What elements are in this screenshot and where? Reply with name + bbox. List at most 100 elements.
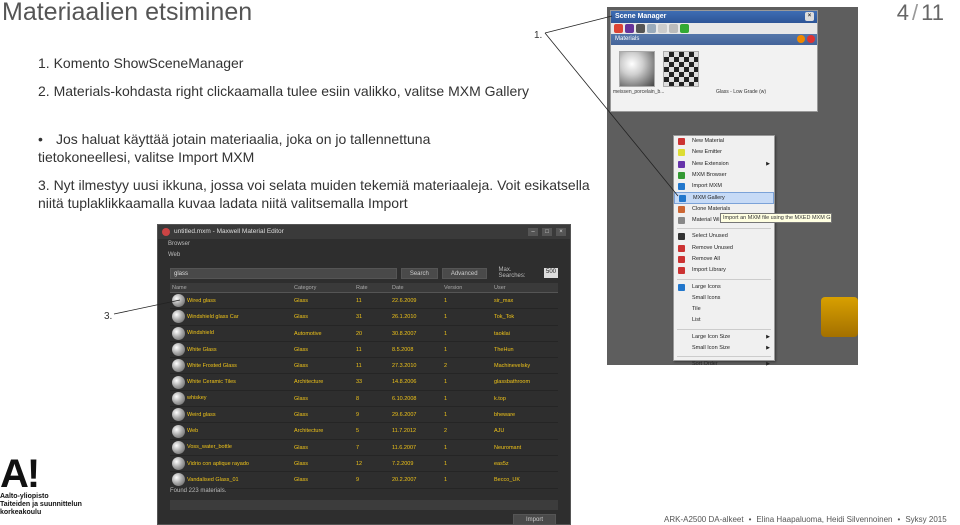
callout-label-3: 3.	[104, 311, 113, 322]
materials-header[interactable]: Materials	[611, 34, 817, 45]
material-caption: Glass - Low Grade (w)	[716, 89, 767, 95]
table-row[interactable]: White Ceramic Tiles Architecture 33 14.8.20…	[170, 374, 558, 391]
material-thumb[interactable]	[619, 51, 655, 87]
menu-item-import-library[interactable]: Import Library	[674, 265, 774, 276]
table-row[interactable]: Wired glass Glass 11 22.6.2009 1 sir_max	[170, 293, 558, 310]
menu-item-sort-order[interactable]: Sort Order ▶	[674, 359, 774, 370]
menu-item-list[interactable]: List	[674, 315, 774, 326]
minimize-icon[interactable]: –	[528, 228, 538, 236]
column-header-category[interactable]: Category	[290, 283, 352, 292]
menu-item-mxm-browser[interactable]: MXM Browser	[674, 170, 774, 181]
camera-icon[interactable]	[636, 24, 645, 33]
material-preview-icon[interactable]	[172, 424, 185, 438]
cell-category: Glass	[294, 395, 309, 402]
maximize-icon[interactable]: □	[542, 228, 552, 236]
material-icon[interactable]	[647, 24, 656, 33]
cell-name-text: Weird glass	[187, 411, 216, 418]
cell-rate: 33	[356, 379, 363, 386]
menu-item-small-icons[interactable]: Small Icons	[674, 293, 774, 304]
menu-item-new-emitter[interactable]: New Emitter	[674, 147, 774, 158]
cell-user: Becco_UK	[494, 477, 520, 484]
advanced-button[interactable]: Advanced	[441, 267, 487, 279]
menu-item-label: New Emitter	[692, 149, 722, 156]
menu-item-tile[interactable]: Tile	[674, 304, 774, 315]
table-row[interactable]: whiskey Glass 8 6.10.2008 1 k.top	[170, 391, 558, 408]
cell-name-text: Voss_water_bottle	[187, 444, 232, 451]
table-row[interactable]: Windshield Automotive 20 30.8.2007 1 taoklai	[170, 326, 558, 342]
table-row[interactable]: White Glass Glass 11 8.5.2008 1 TheHun	[170, 342, 558, 359]
cell-name-text: Windshield glass Car	[187, 313, 239, 320]
cell-name-text: Wired glass	[187, 297, 216, 304]
table-row[interactable]: Vidrio con aplique rayado Glass 12 7.2.2009…	[170, 456, 558, 473]
column-header-name[interactable]: Name	[170, 283, 290, 292]
close-icon[interactable]: ×	[556, 228, 566, 236]
cell-date: 6.10.2008	[392, 395, 417, 402]
table-row[interactable]: Voss_water_bottle Glass 7 11.6.2007 1 Neuroma…	[170, 440, 558, 456]
material-preview-icon[interactable]	[172, 408, 185, 422]
menu-item-new-material[interactable]: New Material	[674, 136, 774, 147]
cell-user: sir_max	[494, 298, 514, 304]
cell-name-text: Web	[187, 428, 199, 435]
search-input[interactable]: glass	[170, 267, 397, 279]
cell-rate: 5	[356, 428, 360, 435]
logo-line-2: Taiteiden ja suunnittelun	[0, 501, 82, 508]
material-preview-icon[interactable]	[172, 375, 185, 389]
footer-authors: Elina Haapaluoma, Heidi Silvennoinen	[756, 515, 893, 524]
object-icon[interactable]	[614, 24, 623, 33]
table-row[interactable]: Vandalised Glass_01 Glass 9 20.2.2007 1 Becco…	[170, 472, 558, 489]
column-header-version[interactable]: Version	[440, 283, 490, 292]
menu-item-large-icons[interactable]: Large Icons	[674, 282, 774, 293]
material-preview-icon[interactable]	[172, 359, 185, 373]
material-preview-icon[interactable]	[172, 294, 185, 308]
table-row[interactable]: Windshield glass Car Glass 31 26.1.2010 1 Tok…	[170, 309, 558, 326]
material-thumb[interactable]	[663, 51, 699, 87]
scene-manager-title: Scene Manager	[615, 13, 667, 20]
material-caption: meissen_porcelain_b...	[613, 89, 665, 95]
material-preview-icon[interactable]	[172, 310, 185, 324]
cell-category: Glass	[294, 363, 309, 370]
cell-name-text: White Frosted Glass	[187, 362, 237, 369]
menu-item-large-icon-size[interactable]: Large Icon Size ▶	[674, 332, 774, 343]
import-button[interactable]: Import	[512, 514, 556, 524]
cell-category: Glass	[294, 460, 309, 467]
menu-item-new-extension[interactable]: New Extension ▶	[674, 159, 774, 170]
checkmark-icon[interactable]	[680, 24, 689, 33]
max-searches-input[interactable]: 500	[544, 268, 558, 278]
column-header-rate[interactable]: Rate	[352, 283, 388, 292]
cell-rate: 31	[356, 314, 363, 321]
material-preview-icon[interactable]	[172, 343, 185, 357]
material-preview-icon[interactable]	[172, 391, 185, 405]
search-button[interactable]: Search	[400, 267, 438, 279]
tab-web[interactable]: Web	[158, 250, 570, 261]
table-row[interactable]: White Frosted Glass Glass 11 27.3.2010 2 Mach…	[170, 358, 558, 375]
close-icon[interactable]: ×	[805, 12, 814, 21]
extension-icon[interactable]	[625, 24, 634, 33]
cell-user: taoklai	[494, 330, 510, 337]
column-header-user[interactable]: User	[490, 283, 558, 292]
menu-item-label: Remove All	[692, 255, 720, 262]
material-preview-icon[interactable]	[172, 440, 185, 454]
cell-name-text: White Ceramic Tiles	[187, 379, 236, 386]
table-row[interactable]: Web Architecture 5 11.7.2012 2 AJU	[170, 423, 558, 440]
callout-label-1: 1.	[534, 30, 543, 41]
menu-item-remove-unused[interactable]: Remove Unused	[674, 243, 774, 254]
layer-icon[interactable]	[658, 24, 667, 33]
column-header-date[interactable]: Date	[388, 283, 440, 292]
table-row[interactable]: Weird glass Glass 9 29.6.2007 1 bheware	[170, 407, 558, 424]
tab-browser[interactable]: Browser	[158, 239, 570, 250]
help-icon[interactable]	[807, 35, 815, 43]
menu-item-label: Import Library	[692, 267, 726, 274]
material-preview-icon[interactable]	[172, 326, 185, 340]
menu-item-remove-all[interactable]: Remove All	[674, 254, 774, 265]
menu-item-small-icon-size[interactable]: Small Icon Size ▶	[674, 343, 774, 354]
options-icon[interactable]	[797, 35, 805, 43]
menu-item-mxm-gallery[interactable]: MXM Gallery	[674, 192, 774, 204]
material-preview-icon[interactable]	[172, 457, 185, 471]
render-icon[interactable]	[669, 24, 678, 33]
cell-name: Weird glass	[170, 407, 290, 422]
menu-item-import-mxm[interactable]: Import MXM	[674, 181, 774, 192]
cell-name: Voss_water_bottle	[170, 440, 290, 455]
menu-item-select-unused[interactable]: Select Unused	[674, 231, 774, 242]
material-preview-icon[interactable]	[172, 473, 185, 487]
status-bar	[170, 500, 558, 510]
